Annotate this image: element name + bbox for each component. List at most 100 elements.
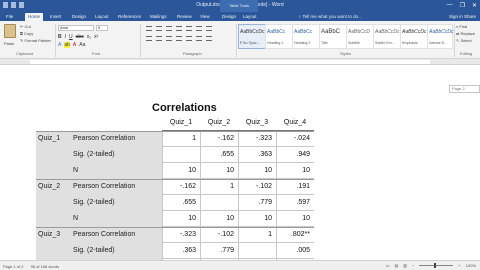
superscript-button[interactable]: x² — [94, 34, 98, 40]
table-cell: .655 — [162, 195, 200, 211]
tab-design[interactable]: Design — [72, 13, 86, 21]
cut-button[interactable]: ✂ Cut — [20, 24, 31, 29]
restore-button[interactable]: ❐ — [460, 2, 465, 9]
zoom-level[interactable]: 100% — [466, 263, 476, 268]
table-cell: -.323 — [162, 227, 200, 243]
list-buttons-row — [146, 26, 212, 31]
table-cell: -.323 — [238, 131, 276, 147]
status-bar: Page 1 of 2 96 of 166 words ▭ ▤ ▥ − + 10… — [0, 260, 480, 270]
zoom-in-button[interactable]: + — [458, 263, 460, 268]
font-size-select[interactable]: 9 — [96, 25, 108, 31]
tab-table-design[interactable]: Design — [222, 13, 236, 21]
italic-button[interactable]: I — [65, 34, 66, 40]
tab-file[interactable]: File — [6, 13, 13, 21]
print-layout-icon[interactable]: ▤ — [395, 263, 399, 268]
editing-group-label: Editing — [460, 51, 473, 56]
stat-label: N — [71, 163, 162, 179]
shading-icon[interactable] — [196, 36, 202, 41]
replace-button[interactable]: ⇄ Replace — [456, 31, 475, 36]
page-count[interactable]: Page 1 of 2 — [3, 264, 23, 269]
zoom-out-button[interactable]: − — [412, 263, 414, 268]
sort-icon[interactable] — [196, 26, 202, 31]
align-center-icon[interactable] — [156, 36, 162, 41]
font-format-row: B I U abc x₂ x² — [58, 34, 98, 40]
tab-view[interactable]: View — [200, 13, 210, 21]
column-header: Quiz_2 — [200, 115, 238, 131]
decrease-indent-icon[interactable] — [176, 26, 182, 31]
tab-review[interactable]: Review — [177, 13, 192, 21]
divider — [55, 24, 56, 57]
column-header: Quiz_3 — [238, 115, 276, 131]
font-color-button[interactable]: A — [73, 42, 76, 48]
bold-button[interactable]: B — [58, 34, 62, 40]
align-right-icon[interactable] — [166, 36, 172, 41]
row-group-fill — [36, 195, 71, 211]
select-button[interactable]: ↖ Select — [456, 38, 472, 43]
paragraph-group-label: Paragraph — [183, 51, 202, 56]
table-cell: .363 — [238, 147, 276, 163]
divider — [454, 24, 455, 57]
divider — [236, 24, 237, 57]
text-effects-button[interactable]: A — [58, 42, 61, 48]
table-cell: 1 — [238, 227, 276, 243]
sign-in-share[interactable]: Sign in Share — [449, 13, 476, 21]
tell-me-search[interactable]: ♀ Tell me what you want to do... — [298, 13, 362, 21]
table-cell: .949 — [276, 147, 314, 163]
status-left: Page 1 of 2 96 of 166 words — [3, 264, 65, 269]
zoom-slider[interactable] — [419, 263, 454, 268]
document-area[interactable]: Page 2 Correlations Quiz_1 Quiz_2 Quiz_3… — [0, 66, 480, 270]
strikethrough-button[interactable]: abc — [76, 34, 84, 40]
font-name-select[interactable]: Arial — [58, 25, 94, 31]
subscript-button[interactable]: x₂ — [87, 34, 91, 40]
table-cell: 10 — [276, 211, 314, 227]
paste-icon[interactable] — [4, 24, 16, 38]
table-cell: 10 — [238, 163, 276, 179]
table-title: Correlations — [152, 102, 217, 114]
stat-label: Pearson Correlation — [71, 179, 162, 195]
row-group-label: Quiz_3 — [36, 227, 71, 243]
borders-icon[interactable] — [206, 36, 212, 41]
row-group-label: Quiz_1 — [36, 131, 71, 147]
table-cell: -.162 — [162, 179, 200, 195]
format-painter-button[interactable]: ✎ Format Painter — [20, 38, 51, 43]
style-intense-emphasis[interactable]: AaBbCcDc Intense E... — [427, 24, 453, 49]
numbering-icon[interactable] — [156, 26, 162, 31]
table-cell: .802** — [276, 227, 314, 243]
justify-icon[interactable] — [176, 36, 182, 41]
paste-button[interactable]: Paste — [4, 41, 14, 46]
tab-layout[interactable]: Layout — [95, 13, 109, 21]
line-spacing-icon[interactable] — [186, 36, 192, 41]
web-layout-icon[interactable]: ▥ — [403, 263, 407, 268]
table-cell — [200, 195, 238, 211]
word-count[interactable]: 96 of 166 words — [31, 264, 59, 269]
tab-home[interactable]: Home — [25, 13, 44, 21]
tab-table-layout[interactable]: Layout — [243, 13, 257, 21]
change-case-button[interactable]: Aa — [79, 42, 85, 48]
show-marks-icon[interactable] — [206, 26, 212, 31]
row-group-fill — [36, 163, 71, 179]
table-cell — [162, 147, 200, 163]
zoom-knob[interactable] — [434, 263, 437, 268]
close-button[interactable]: ✕ — [472, 2, 477, 9]
copy-button[interactable]: ⧉ Copy — [20, 31, 33, 36]
increase-indent-icon[interactable] — [186, 26, 192, 31]
column-header: Quiz_1 — [162, 115, 200, 131]
read-mode-icon[interactable]: ▭ — [386, 263, 390, 268]
bullets-icon[interactable] — [146, 26, 152, 31]
window-controls: — ❐ ✕ — [447, 2, 477, 9]
underline-button[interactable]: U — [69, 34, 73, 40]
tab-insert[interactable]: Insert — [50, 13, 61, 21]
table-cell: 10 — [162, 211, 200, 227]
multilevel-icon[interactable] — [166, 26, 172, 31]
tab-references[interactable]: References — [118, 13, 141, 21]
highlight-button[interactable]: ab — [64, 42, 70, 48]
table-cell: .655 — [200, 147, 238, 163]
find-button[interactable]: ⌕ Find — [456, 24, 467, 29]
horizontal-ruler[interactable] — [0, 59, 480, 65]
table-cell: 1 — [200, 179, 238, 195]
row-group-label: Quiz_2 — [36, 179, 71, 195]
table-cell: 1 — [162, 131, 200, 147]
minimize-button[interactable]: — — [447, 2, 453, 9]
tab-mailings[interactable]: Mailings — [150, 13, 167, 21]
align-left-icon[interactable] — [146, 36, 152, 41]
